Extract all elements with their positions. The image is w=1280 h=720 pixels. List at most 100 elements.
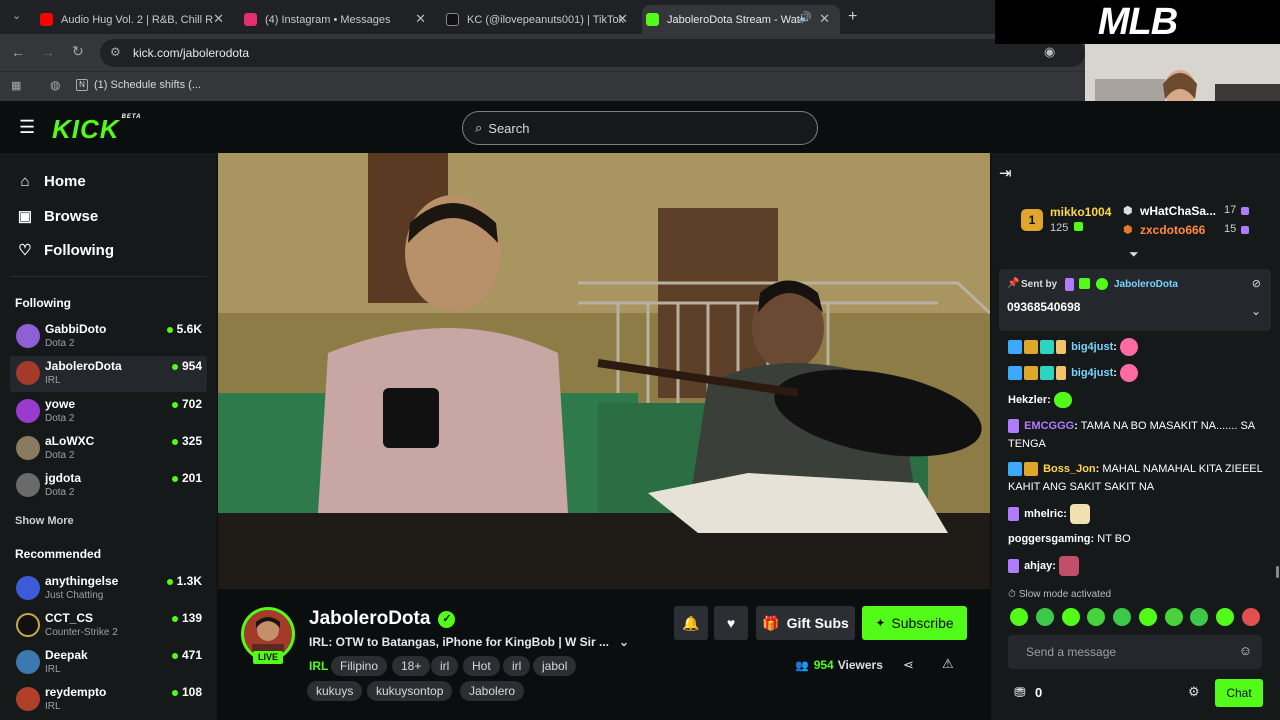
heart-icon: ♡ (18, 242, 32, 259)
browser-tab-kick[interactable]: JaboleroDota Stream - Wat 🔊 ✕ (642, 5, 840, 34)
close-icon[interactable]: ✕ (617, 11, 628, 27)
emote-icon[interactable] (1087, 608, 1106, 626)
tag-chip[interactable]: Hot (463, 656, 500, 676)
chat-username[interactable]: Boss_Jon (1043, 463, 1096, 475)
apps-icon[interactable]: ▦ (11, 79, 21, 92)
category-link[interactable]: IRL (309, 659, 328, 673)
channel-jgdota[interactable]: jgdota Dota 2 201 (10, 468, 207, 504)
tag-chip[interactable]: kukuysontop (367, 681, 453, 701)
channel-anythingelse[interactable]: anythingelse Just Chatting 1.3K (10, 571, 207, 607)
chat-username[interactable]: mhelric (1024, 508, 1063, 520)
expand-gifters-icon[interactable]: ⏷ (1129, 247, 1139, 262)
tab-search-icon[interactable]: ⌄ (12, 9, 21, 22)
close-icon[interactable]: ✕ (213, 11, 224, 27)
gifter-name[interactable]: zxcdoto666 (1140, 223, 1205, 237)
channel-reydempto[interactable]: reydempto IRL 108 (10, 682, 207, 718)
video-player[interactable] (218, 153, 990, 589)
gifter-badge: ⬢ (1123, 205, 1133, 217)
badge-icon (1008, 559, 1019, 573)
channel-yowe[interactable]: yowe Dota 2 702 (10, 394, 207, 430)
points-icon[interactable]: ⛃ (1014, 684, 1026, 701)
chevron-down-icon[interactable]: ⌄ (1251, 304, 1261, 318)
reload-icon[interactable]: ↻ (72, 43, 84, 60)
emote-icon[interactable] (1216, 608, 1235, 626)
pinned-message[interactable]: 📌 Sent by JaboleroDota ⊘ 09368540698 ⌄ (999, 269, 1271, 331)
bookmark-item[interactable]: N (1) Schedule shifts (... (76, 79, 201, 92)
channel-deepak[interactable]: Deepak IRL 471 (10, 645, 207, 681)
emote-icon[interactable] (1035, 608, 1054, 626)
avatar (16, 436, 40, 460)
new-tab-icon[interactable]: + (848, 8, 857, 26)
browser-tab-tiktok[interactable]: KC (@ilovepeanuts001) | TikTok ✕ (442, 5, 638, 34)
tag-chip[interactable]: Jabolero (460, 681, 525, 701)
channel-gabbidoto[interactable]: GabbiDoto Dota 2 5.6K (10, 319, 207, 355)
address-bar[interactable]: ⚙ kick.com/jabolerodota ◉ (100, 39, 1085, 67)
avatar (16, 687, 40, 711)
emote-icon[interactable] (1241, 608, 1260, 626)
chat-username[interactable]: big4just (1071, 341, 1113, 353)
nav-browse[interactable]: ▣ Browse (16, 207, 98, 226)
verified-icon: ✓ (438, 610, 456, 628)
gifter-name[interactable]: mikko1004 (1050, 205, 1111, 219)
site-info-icon[interactable]: ⚙ (110, 45, 121, 59)
emoji-icon[interactable]: ☺ (1239, 643, 1252, 658)
chat-username[interactable]: big4just (1071, 367, 1113, 379)
chat-username[interactable]: Hekzler (1008, 394, 1047, 406)
report-icon[interactable]: ⚠ (942, 656, 954, 672)
close-icon[interactable]: ✕ (819, 11, 830, 27)
emote-icon[interactable] (1164, 608, 1183, 626)
follow-button[interactable]: ♥ (714, 606, 748, 640)
bookmark-globe-icon[interactable]: ◍ (50, 78, 60, 92)
audio-icon[interactable]: 🔊 (798, 11, 812, 24)
collapse-chat-icon[interactable]: ⇥ (999, 164, 1012, 182)
gifter-name[interactable]: wHatChaSa... (1140, 204, 1216, 218)
chat-username[interactable]: ahjay (1024, 560, 1052, 572)
show-more-link[interactable]: Show More (15, 515, 74, 527)
viewers-label: Viewers (837, 658, 883, 672)
chat-username[interactable]: poggersgaming (1008, 533, 1091, 545)
emote-icon[interactable] (1190, 608, 1209, 626)
chat-input[interactable]: Send a message ☺ (1008, 635, 1262, 669)
kick-logo[interactable]: KICK BETA (52, 114, 141, 145)
emote-icon[interactable] (1113, 608, 1132, 626)
hide-pin-icon[interactable]: ⊘ (1252, 277, 1261, 290)
emote-icon[interactable] (1010, 608, 1028, 626)
channel-jabolerodota[interactable]: JaboleroDota IRL 954 (10, 356, 207, 392)
subscribe-button[interactable]: ✦ Subscribe (862, 606, 967, 640)
viewer-count-display: 👥 954 Viewers (795, 658, 883, 672)
viewers-icon: 👥 (795, 659, 809, 672)
eye-off-icon[interactable]: ◉ (1044, 44, 1055, 60)
sub-icon (1241, 207, 1249, 215)
pinned-sender[interactable]: JaboleroDota (1114, 279, 1178, 290)
chat-username[interactable]: EMCGGG (1024, 420, 1074, 432)
tag-chip[interactable]: Filipino (331, 656, 388, 676)
close-icon[interactable]: ✕ (415, 11, 426, 27)
tag-chip[interactable]: irl (503, 656, 531, 676)
tag-chip[interactable]: irl (431, 656, 459, 676)
emote-icon[interactable] (1061, 608, 1080, 626)
tag-chip[interactable]: kukuys (307, 681, 363, 701)
chevron-down-icon[interactable]: ⌄ (619, 635, 629, 649)
browser-tab-youtube[interactable]: Audio Hug Vol. 2 | R&B, Chill R ✕ (36, 5, 234, 34)
menu-icon[interactable]: ☰ (19, 118, 35, 136)
chat-scrollbar[interactable] (1276, 566, 1279, 578)
share-icon[interactable]: ⋖ (903, 657, 914, 673)
chat-send-button[interactable]: Chat (1215, 679, 1263, 707)
search-input[interactable]: ⌕ Search (462, 111, 818, 145)
nav-following[interactable]: ♡ Following (16, 241, 114, 260)
gift-subs-button[interactable]: 🎁 Gift Subs (756, 606, 855, 640)
browser-tab-instagram[interactable]: (4) Instagram • Messages ✕ (240, 5, 436, 34)
back-icon[interactable]: ← (11, 44, 25, 60)
emote-icon[interactable] (1138, 608, 1157, 626)
forward-icon[interactable]: → (41, 44, 55, 60)
channel-category: IRL (45, 701, 61, 712)
channel-title[interactable]: JaboleroDota ✓ (309, 608, 456, 630)
tag-chip[interactable]: jabol (533, 656, 577, 676)
channel-alowxc[interactable]: aLoWXC Dota 2 325 (10, 431, 207, 467)
tag-chip[interactable]: 18+ (392, 656, 431, 676)
settings-gear-icon[interactable]: ⚙ (1188, 684, 1200, 700)
badge-icon (1056, 366, 1066, 381)
notification-button[interactable]: 🔔 (674, 606, 708, 640)
nav-home[interactable]: ⌂ Home (16, 173, 85, 190)
channel-cct-cs[interactable]: CCT_CS Counter-Strike 2 139 (10, 608, 207, 644)
